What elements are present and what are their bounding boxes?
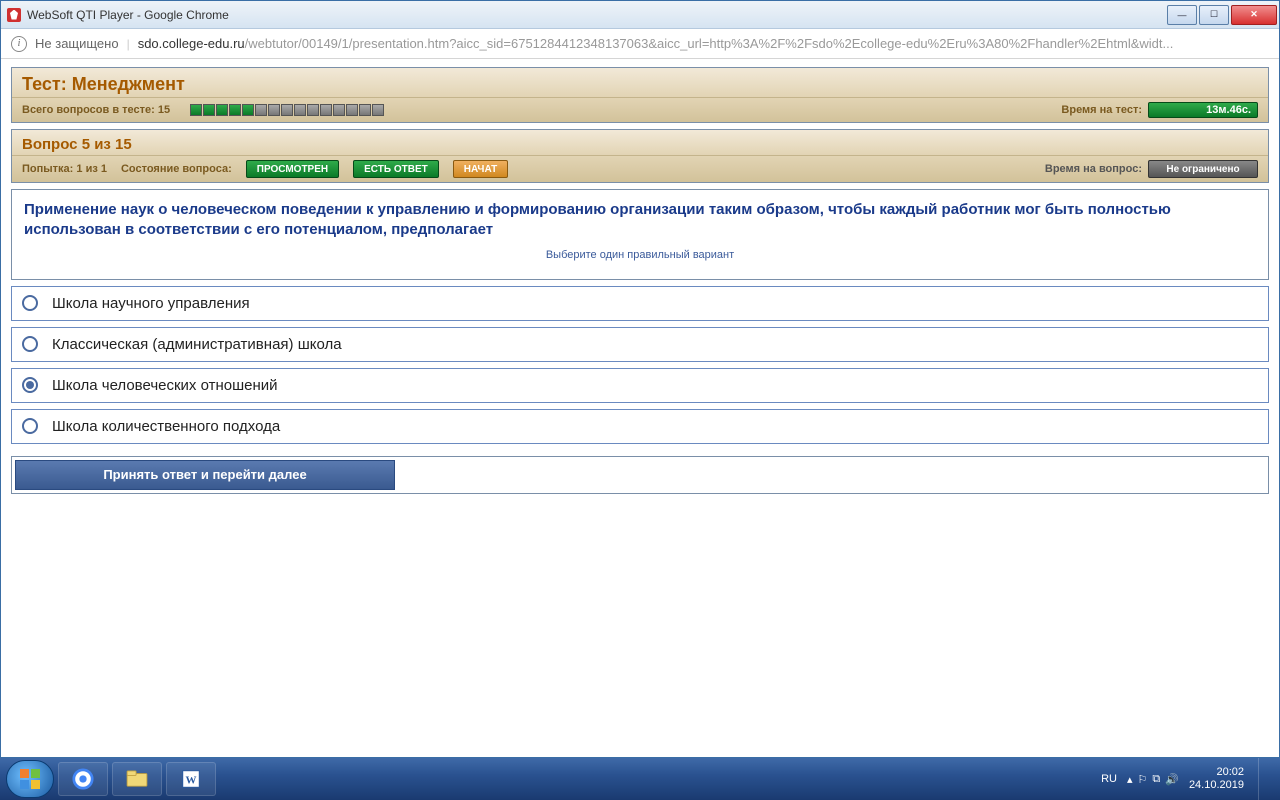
volume-icon[interactable]: 🔊: [1165, 773, 1179, 786]
question-hint: Выберите один правильный вариант: [24, 249, 1256, 261]
test-title: Тест: Менеджмент: [22, 74, 1258, 95]
answer-option[interactable]: Школа научного управления: [11, 286, 1269, 321]
answer-text: Школа количественного подхода: [52, 418, 280, 435]
progress-cell: [242, 104, 254, 116]
status-label: Состояние вопроса:: [121, 163, 232, 175]
question-number: Вопрос 5 из 15: [12, 130, 1268, 155]
answers-list: Школа научного управления Классическая (а…: [11, 286, 1269, 444]
tray-icons[interactable]: ▴ ⚐ ⧉ 🔊: [1127, 773, 1179, 786]
submit-row: Принять ответ и перейти далее: [11, 456, 1269, 494]
total-questions-label: Всего вопросов в тесте: 15: [22, 104, 170, 116]
progress-cell: [190, 104, 202, 116]
url-display[interactable]: sdo.college-edu.ru/webtutor/00149/1/pres…: [138, 36, 1269, 51]
show-desktop-button[interactable]: [1258, 758, 1268, 800]
test-time-value: 13м.46с.: [1148, 102, 1258, 118]
start-button[interactable]: [6, 760, 54, 798]
titlebar: WebSoft QTI Player - Google Chrome — ☐ ✕: [1, 1, 1279, 29]
network-icon[interactable]: ⧉: [1152, 773, 1160, 786]
answer-text: Школа человеческих отношений: [52, 377, 278, 394]
progress-cell: [216, 104, 228, 116]
radio-icon: [22, 377, 38, 393]
window-title: WebSoft QTI Player - Google Chrome: [27, 8, 229, 22]
progress-cell: [281, 104, 293, 116]
progress-cell: [255, 104, 267, 116]
page-content: Тест: Менеджмент Всего вопросов в тесте:…: [1, 59, 1279, 757]
tray-up-icon[interactable]: ▴: [1127, 773, 1133, 786]
question-text: Применение наук о человеческом поведении…: [24, 200, 1256, 241]
security-status: Не защищено: [35, 36, 119, 51]
progress-cell: [307, 104, 319, 116]
progress-cell: [268, 104, 280, 116]
minimize-button[interactable]: —: [1167, 5, 1197, 25]
maximize-button[interactable]: ☐: [1199, 5, 1229, 25]
close-button[interactable]: ✕: [1231, 5, 1277, 25]
answer-option[interactable]: Классическая (административная) школа: [11, 327, 1269, 362]
address-bar[interactable]: i Не защищено | sdo.college-edu.ru/webtu…: [1, 29, 1279, 59]
test-progress: [190, 104, 384, 116]
chip-started: НАЧАТ: [453, 160, 509, 178]
test-header-panel: Тест: Менеджмент Всего вопросов в тесте:…: [11, 67, 1269, 123]
taskbar: W RU ▴ ⚐ ⧉ 🔊 20:02 24.10.2019: [0, 758, 1280, 800]
submit-button[interactable]: Принять ответ и перейти далее: [15, 460, 395, 490]
tray-clock[interactable]: 20:02 24.10.2019: [1189, 766, 1244, 792]
svg-text:W: W: [186, 775, 197, 787]
radio-icon: [22, 418, 38, 434]
attempt-label: Попытка: 1 из 1: [22, 163, 107, 175]
question-time-value: Не ограничено: [1148, 160, 1258, 178]
tray-lang[interactable]: RU: [1101, 773, 1117, 785]
radio-icon: [22, 336, 38, 352]
question-header-panel: Вопрос 5 из 15 Попытка: 1 из 1 Состояние…: [11, 129, 1269, 183]
answer-option[interactable]: Школа количественного подхода: [11, 409, 1269, 444]
answer-option[interactable]: Школа человеческих отношений: [11, 368, 1269, 403]
progress-cell: [346, 104, 358, 116]
browser-window: WebSoft QTI Player - Google Chrome — ☐ ✕…: [0, 0, 1280, 758]
progress-cell: [333, 104, 345, 116]
progress-cell: [372, 104, 384, 116]
radio-icon: [22, 295, 38, 311]
taskbar-chrome[interactable]: [58, 762, 108, 796]
question-time-label: Время на вопрос:: [1045, 163, 1142, 175]
app-icon: [7, 8, 21, 22]
progress-cell: [203, 104, 215, 116]
progress-cell: [359, 104, 371, 116]
info-icon[interactable]: i: [11, 36, 27, 52]
test-time-label: Время на тест:: [1061, 104, 1142, 116]
flag-icon[interactable]: ⚐: [1138, 773, 1148, 786]
question-box: Применение наук о человеческом поведении…: [11, 189, 1269, 280]
answer-text: Школа научного управления: [52, 295, 250, 312]
progress-cell: [294, 104, 306, 116]
chip-answered: ЕСТЬ ОТВЕТ: [353, 160, 439, 178]
taskbar-word[interactable]: W: [166, 762, 216, 796]
progress-cell: [229, 104, 241, 116]
progress-cell: [320, 104, 332, 116]
answer-text: Классическая (административная) школа: [52, 336, 342, 353]
taskbar-explorer[interactable]: [112, 762, 162, 796]
chip-viewed: ПРОСМОТРЕН: [246, 160, 339, 178]
